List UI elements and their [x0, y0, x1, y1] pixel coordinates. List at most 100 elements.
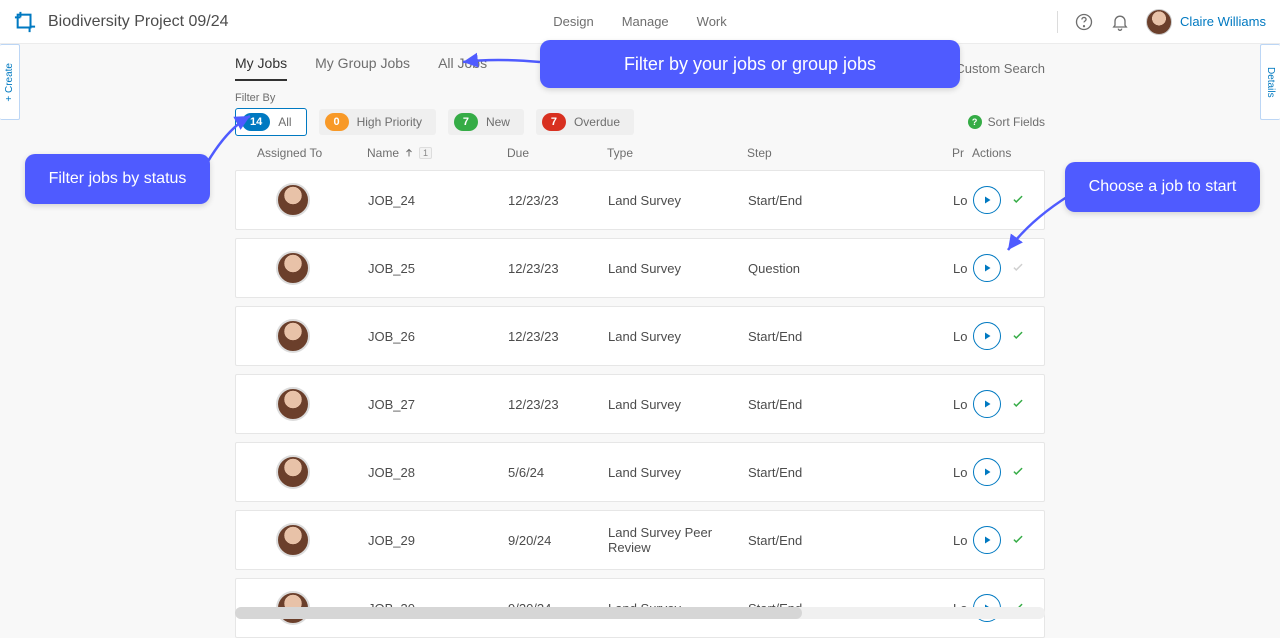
step-cell: Start/End	[748, 193, 953, 208]
step-cell: Question	[748, 261, 953, 276]
sort-help-icon: ?	[968, 115, 982, 129]
table-row[interactable]: JOB_2612/23/23Land SurveyStart/EndLo	[235, 306, 1045, 366]
left-rail-label: + Create	[4, 63, 15, 102]
step-cell: Start/End	[748, 533, 953, 548]
name-cell: JOB_29	[368, 533, 508, 548]
col-name[interactable]: Name 1	[367, 146, 507, 160]
step-cell: Start/End	[748, 465, 953, 480]
avatar	[276, 455, 310, 489]
breadcrumb[interactable]: Biodiversity Project 09/24	[48, 13, 229, 31]
tab-group-jobs[interactable]: My Group Jobs	[315, 55, 410, 81]
notifications-icon[interactable]	[1110, 12, 1130, 32]
start-job-button[interactable]	[973, 390, 1001, 418]
type-cell: Land Survey	[608, 261, 748, 276]
play-icon	[981, 466, 993, 478]
step-cell: Start/End	[748, 397, 953, 412]
complete-icon[interactable]	[1011, 532, 1025, 549]
due-cell: 12/23/23	[508, 397, 608, 412]
user-name: Claire Williams	[1180, 14, 1266, 29]
table-row[interactable]: JOB_2412/23/23Land SurveyStart/EndLo	[235, 170, 1045, 230]
col-name-label: Name	[367, 146, 399, 160]
nav-work[interactable]: Work	[697, 14, 727, 29]
start-job-button[interactable]	[973, 186, 1001, 214]
table-row[interactable]: JOB_2712/23/23Land SurveyStart/EndLo	[235, 374, 1045, 434]
avatar	[276, 319, 310, 353]
avatar	[276, 387, 310, 421]
avatar	[276, 523, 310, 557]
table-row[interactable]: JOB_299/20/24Land Survey Peer ReviewStar…	[235, 510, 1045, 570]
filter-overdue-label: Overdue	[574, 115, 620, 129]
assigned-cell	[258, 251, 368, 285]
app-logo-icon	[14, 11, 36, 33]
filter-high-priority[interactable]: 0 High Priority	[319, 109, 436, 135]
horizontal-scrollbar[interactable]	[235, 607, 1045, 619]
name-cell: JOB_24	[368, 193, 508, 208]
scrollbar-thumb[interactable]	[235, 607, 802, 619]
name-cell: JOB_26	[368, 329, 508, 344]
due-cell: 12/23/23	[508, 193, 608, 208]
play-icon	[981, 534, 993, 546]
user-menu[interactable]: Claire Williams	[1146, 9, 1266, 35]
start-job-button[interactable]	[973, 526, 1001, 554]
nav-manage[interactable]: Manage	[622, 14, 669, 29]
top-bar: Biodiversity Project 09/24 Design Manage…	[0, 0, 1280, 44]
due-cell: 9/20/24	[508, 533, 608, 548]
sort-fields[interactable]: ? Sort Fields	[968, 115, 1045, 129]
col-priority[interactable]: Pr	[952, 146, 972, 160]
col-type[interactable]: Type	[607, 146, 747, 160]
annotation-top: Filter by your jobs or group jobs	[540, 40, 960, 88]
col-actions: Actions	[972, 146, 1062, 160]
filter-new[interactable]: 7 New	[448, 109, 524, 135]
type-cell: Land Survey	[608, 465, 748, 480]
filter-all-label: All	[278, 115, 291, 129]
left-rail-create[interactable]: + Create	[0, 44, 20, 120]
priority-cell: Lo	[953, 329, 973, 344]
nav-design[interactable]: Design	[553, 14, 593, 29]
priority-cell: Lo	[953, 261, 973, 276]
type-cell: Land Survey Peer Review	[608, 525, 748, 555]
complete-icon[interactable]	[1011, 396, 1025, 413]
col-due[interactable]: Due	[507, 146, 607, 160]
type-cell: Land Survey	[608, 193, 748, 208]
start-job-button[interactable]	[973, 322, 1001, 350]
start-job-button[interactable]	[973, 458, 1001, 486]
play-icon	[981, 330, 993, 342]
priority-cell: Lo	[953, 193, 973, 208]
annotation-left: Filter jobs by status	[25, 154, 210, 204]
name-cell: JOB_25	[368, 261, 508, 276]
tab-my-jobs[interactable]: My Jobs	[235, 55, 287, 81]
filter-overdue[interactable]: 7 Overdue	[536, 109, 634, 135]
col-step[interactable]: Step	[747, 146, 952, 160]
name-cell: JOB_27	[368, 397, 508, 412]
complete-icon[interactable]	[1011, 464, 1025, 481]
due-cell: 5/6/24	[508, 465, 608, 480]
name-cell: JOB_28	[368, 465, 508, 480]
job-tabs: My Jobs My Group Jobs All Jobs	[235, 55, 487, 81]
avatar	[276, 183, 310, 217]
col-assigned[interactable]: Assigned To	[257, 146, 367, 160]
avatar	[276, 251, 310, 285]
play-icon	[981, 262, 993, 274]
filter-new-label: New	[486, 115, 510, 129]
right-rail-label: Details	[1265, 67, 1276, 98]
complete-icon[interactable]	[1011, 328, 1025, 345]
help-icon[interactable]	[1074, 12, 1094, 32]
assigned-cell	[258, 455, 368, 489]
annotation-right: Choose a job to start	[1065, 162, 1260, 212]
top-bar-right: Claire Williams	[1057, 9, 1266, 35]
filter-high-count: 0	[325, 113, 349, 131]
start-job-button[interactable]	[973, 254, 1001, 282]
filter-by-label: Filter By	[235, 92, 1045, 104]
type-cell: Land Survey	[608, 329, 748, 344]
due-cell: 12/23/23	[508, 261, 608, 276]
content: My Jobs My Group Jobs All Jobs Custom Se…	[235, 44, 1045, 633]
table-row[interactable]: JOB_285/6/24Land SurveyStart/EndLo	[235, 442, 1045, 502]
priority-cell: Lo	[953, 397, 973, 412]
table-row[interactable]: JOB_2512/23/23Land SurveyQuestionLo	[235, 238, 1045, 298]
right-rail-details[interactable]: Details	[1260, 44, 1280, 120]
play-icon	[981, 398, 993, 410]
custom-search-label: Custom Search	[955, 61, 1045, 76]
type-cell: Land Survey	[608, 397, 748, 412]
assigned-cell	[258, 387, 368, 421]
assigned-cell	[258, 523, 368, 557]
